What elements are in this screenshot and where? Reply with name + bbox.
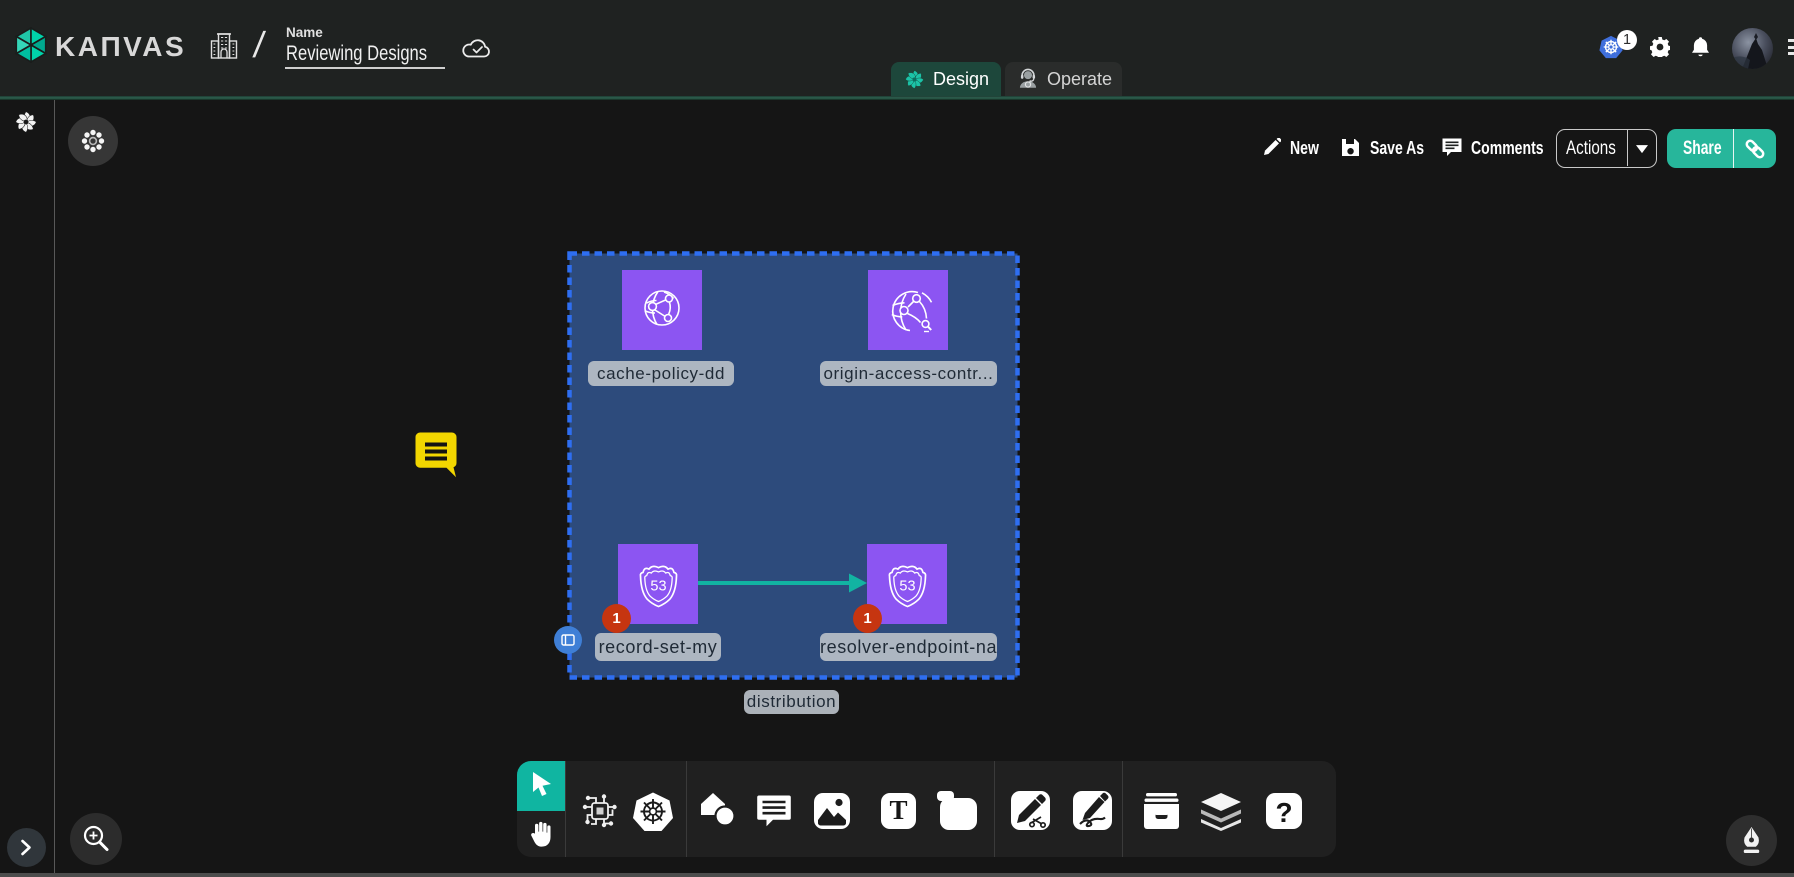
svg-text:53: 53	[650, 579, 666, 595]
svg-text:53: 53	[899, 579, 915, 595]
